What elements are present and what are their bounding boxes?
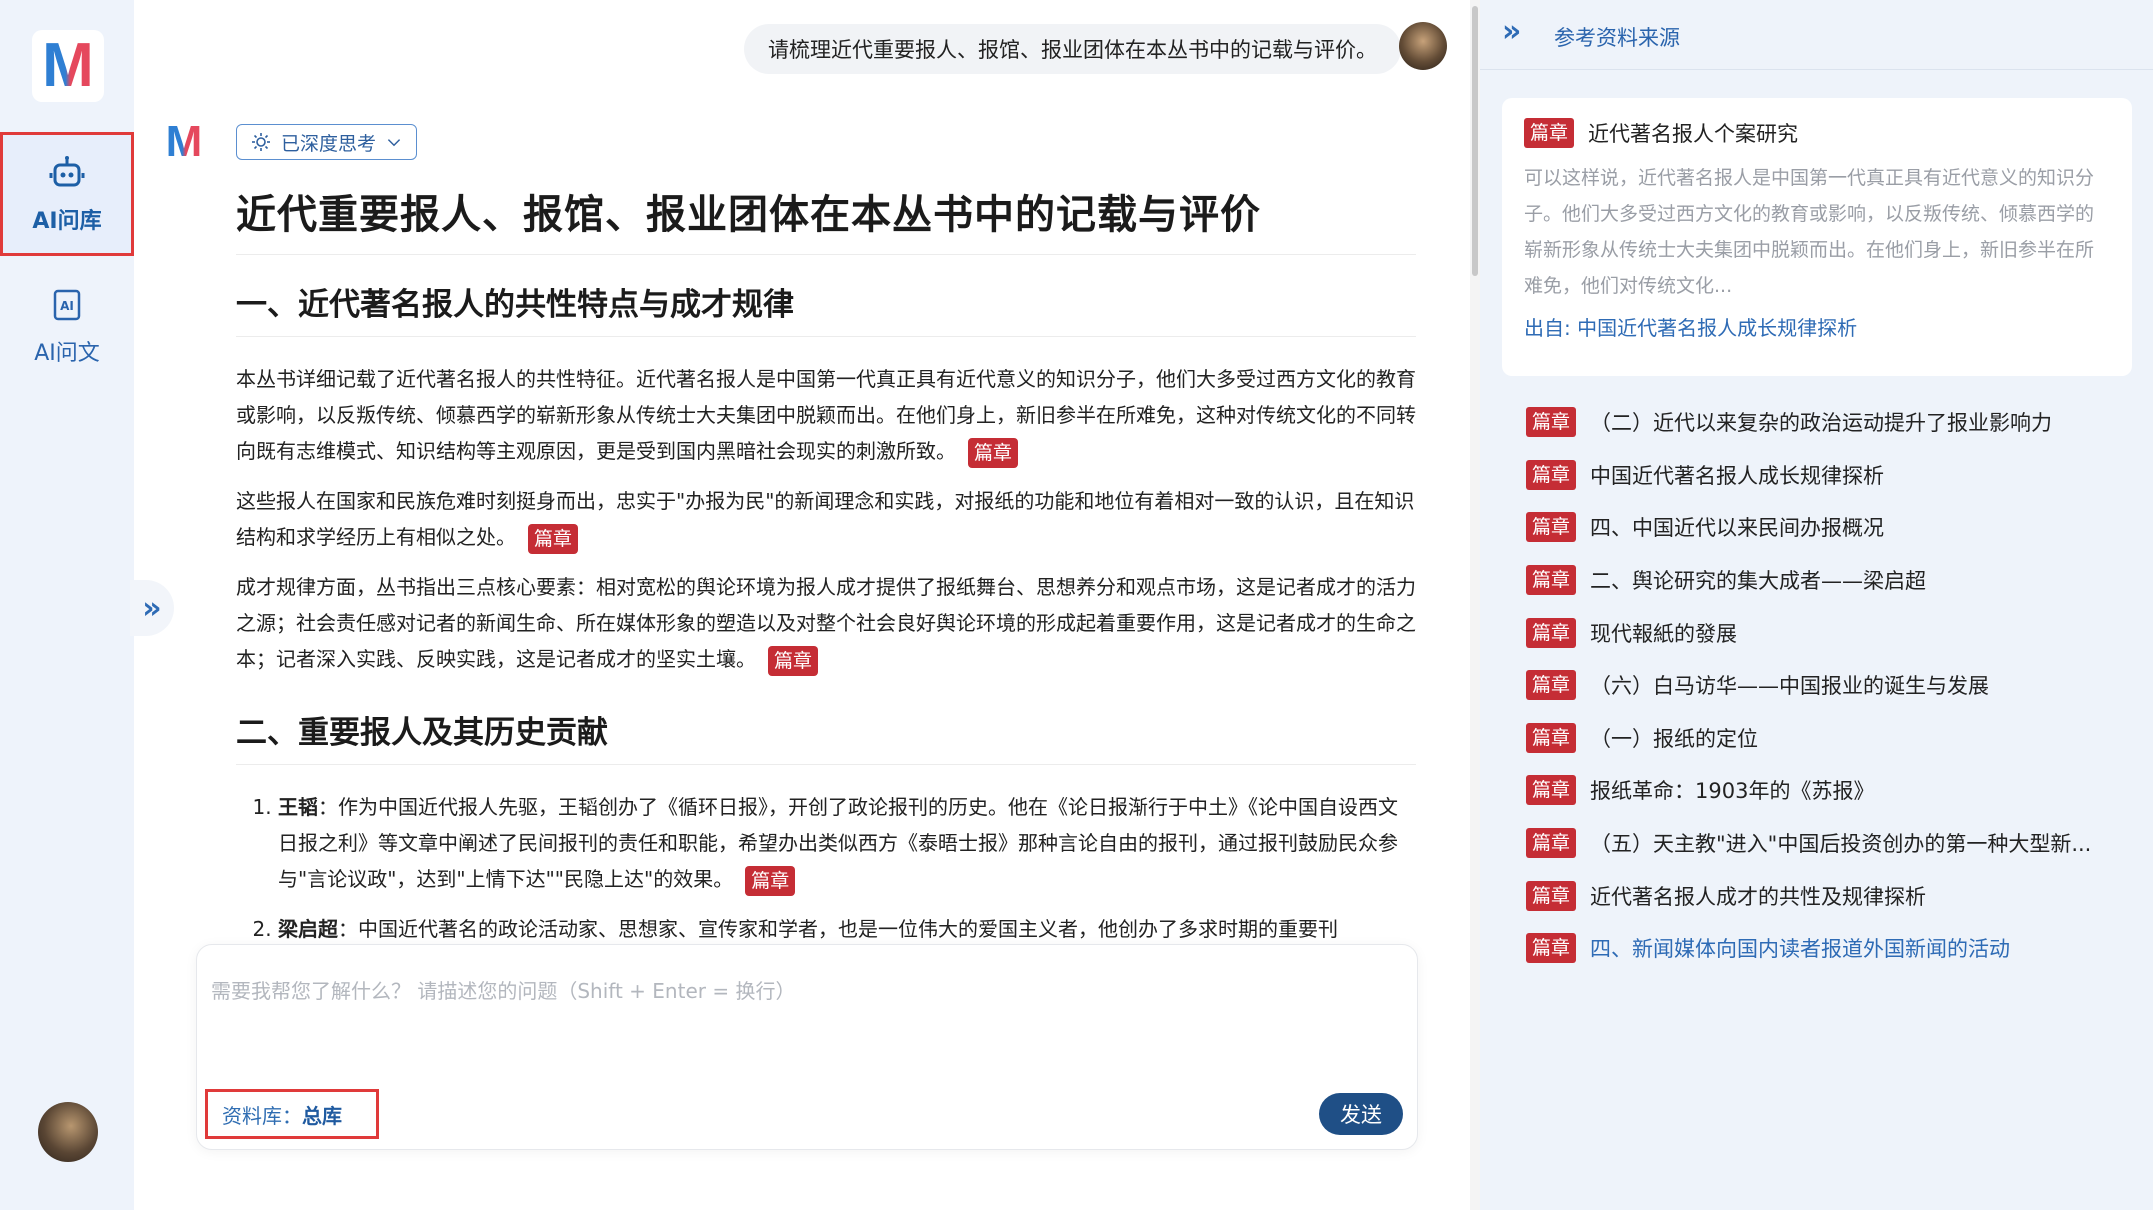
- answer-paragraph: 本丛书详细记载了近代著名报人的共性特征。近代著名报人是中国第一代真正具有近代意义…: [236, 361, 1416, 469]
- reference-type-tag: 篇章: [1526, 880, 1577, 911]
- reference-tag[interactable]: 篇章: [968, 437, 1019, 468]
- reference-title: （五）天主教"进入"中国后投资创办的第一种大型新...: [1590, 832, 2092, 857]
- library-selector[interactable]: 资料库： 总库: [205, 1089, 379, 1139]
- reference-item[interactable]: 篇章 （六）白马访华——中国报业的诞生与发展: [1526, 659, 2126, 712]
- left-sidebar: M AI问库 AI AI问文: [0, 0, 134, 1210]
- user-message-bubble: 请梳理近代重要报人、报馆、报业团体在本丛书中的记载与评价。: [744, 24, 1401, 74]
- reference-tag[interactable]: 篇章: [528, 523, 579, 554]
- reporter-description: ：作为中国近代报人先驱，王韬创办了《循环日报》，开创了政论报刊的历史。他在《论日…: [278, 795, 1398, 891]
- reference-type-tag: 篇章: [1526, 722, 1577, 753]
- sidebar-item-label: AI问文: [34, 341, 100, 366]
- reference-type-tag: 篇章: [1526, 459, 1577, 490]
- reference-item[interactable]: 篇章 现代報紙的發展: [1526, 606, 2126, 659]
- reference-title: 二、舆论研究的集大成者——梁启超: [1590, 569, 1927, 594]
- assistant-avatar: M: [160, 118, 208, 166]
- reference-type-tag: 篇章: [1524, 118, 1575, 148]
- reference-item[interactable]: 篇章 近代著名报人成才的共性及规律探析: [1526, 869, 2126, 922]
- reference-title: （二）近代以来复杂的政治运动提升了报业影响力: [1590, 411, 2053, 436]
- reference-item[interactable]: 篇章 报纸革命：1903年的《苏报》: [1526, 764, 2126, 817]
- send-button[interactable]: 发送: [1319, 1093, 1403, 1135]
- reference-type-tag: 篇章: [1526, 407, 1577, 438]
- section-heading: 二、重要报人及其历史贡献: [236, 707, 1416, 765]
- reporter-name: 梁启超: [278, 917, 338, 941]
- reference-title: 四、中国近代以来民间办报概况: [1590, 516, 1885, 541]
- list-item: 梁启超：中国近代著名的政论活动家、思想家、宣传家和学者，也是一位伟大的爱国主义者…: [278, 911, 1416, 942]
- featured-reference-source-link[interactable]: 出自: 中国近代著名报人成长规律探析: [1524, 312, 2110, 341]
- reference-panel-title: 参考资料来源: [1554, 26, 1680, 50]
- reference-item[interactable]: 篇章 （一）报纸的定位: [1526, 712, 2126, 765]
- reporter-name: 王韬: [278, 795, 318, 819]
- scrollbar-thumb[interactable]: [1472, 6, 1478, 276]
- reporter-list: 王韬：作为中国近代报人先驱，王韬创办了《循环日报》，开创了政论报刊的历史。他在《…: [236, 789, 1416, 942]
- reference-tag[interactable]: 篇章: [745, 865, 796, 896]
- sidebar-item-ai-library[interactable]: AI问库: [0, 132, 134, 256]
- paragraph-text: 成才规律方面，丛书指出三点核心要素：相对宽松的舆论环境为报人成才提供了报纸舞台、…: [236, 575, 1416, 671]
- answer-paragraph: 成才规律方面，丛书指出三点核心要素：相对宽松的舆论环境为报人成才提供了报纸舞台、…: [236, 569, 1416, 677]
- svg-text:AI: AI: [60, 299, 74, 313]
- reference-panel-header: » 参考资料来源: [1480, 0, 2153, 70]
- reference-item[interactable]: 篇章 二、舆论研究的集大成者——梁启超: [1526, 554, 2126, 607]
- answer-paragraph: 这些报人在国家和民族危难时刻挺身而出，忠实于"办报为民"的新闻理念和实践，对报纸…: [236, 483, 1416, 555]
- featured-title-text: 近代著名报人个案研究: [1588, 122, 1799, 146]
- reference-type-tag: 篇章: [1526, 933, 1577, 964]
- reference-type-tag: 篇章: [1526, 565, 1577, 596]
- reference-type-tag: 篇章: [1526, 512, 1577, 543]
- reference-type-tag: 篇章: [1526, 775, 1577, 806]
- paragraph-text: 这些报人在国家和民族危难时刻挺身而出，忠实于"办报为民"的新闻理念和实践，对报纸…: [236, 489, 1415, 549]
- featured-reference-excerpt: 可以这样说，近代著名报人是中国第一代真正具有近代意义的知识分子。他们大多受过西方…: [1524, 167, 2095, 297]
- sidebar-item-label: AI问库: [32, 209, 102, 234]
- reference-tag[interactable]: 篇章: [768, 645, 819, 676]
- deep-think-toggle[interactable]: 已深度思考: [236, 124, 418, 160]
- reference-title: 中国近代著名报人成长规律探析: [1590, 463, 1885, 488]
- reference-item[interactable]: 篇章 （五）天主教"进入"中国后投资创办的第一种大型新...: [1526, 817, 2126, 870]
- reference-title: 现代報紙的發展: [1590, 621, 1738, 646]
- user-message-avatar: [1399, 22, 1447, 70]
- reference-panel: » 参考资料来源 篇章 近代著名报人个案研究 可以这样说，近代著名报人是中国第一…: [1480, 0, 2153, 1210]
- assistant-answer: 近代重要报人、报馆、报业团体在本丛书中的记载与评价 一、近代著名报人的共性特点与…: [236, 182, 1416, 942]
- reporter-description: ：中国近代著名的政论活动家、思想家、宣传家和学者，也是一位伟大的爱国主义者，他创…: [338, 917, 1338, 941]
- library-value: 总库: [302, 1103, 342, 1128]
- lightbulb-icon: [252, 133, 270, 151]
- logo-letter: M: [42, 31, 94, 100]
- list-item: 王韬：作为中国近代报人先驱，王韬创办了《循环日报》，开创了政论报刊的历史。他在《…: [278, 789, 1416, 897]
- double-chevron-right-icon: »: [142, 590, 162, 626]
- answer-title: 近代重要报人、报馆、报业团体在本丛书中的记载与评价: [236, 182, 1416, 255]
- reference-item[interactable]: 篇章 四、中国近代以来民间办报概况: [1526, 501, 2126, 554]
- robot-icon: [49, 156, 85, 187]
- reference-title: 近代著名报人成才的共性及规律探析: [1590, 884, 1927, 909]
- reference-title: 四、新闻媒体向国内读者报道外国新闻的活动: [1590, 937, 2011, 962]
- ai-doc-icon: AI: [53, 289, 81, 321]
- featured-reference-title: 篇章 近代著名报人个案研究: [1524, 118, 2110, 148]
- deep-think-label: 已深度思考: [281, 132, 377, 155]
- chevron-down-icon: [387, 139, 401, 147]
- reference-item[interactable]: 篇章 四、新闻媒体向国内读者报道外国新闻的活动: [1526, 922, 2126, 975]
- chat-input-box: 资料库： 总库 发送: [196, 944, 1418, 1150]
- expand-sidebar-button[interactable]: »: [130, 580, 174, 636]
- reference-list: 篇章 （二）近代以来复杂的政治运动提升了报业影响力 篇章 中国近代著名报人成长规律探…: [1526, 396, 2126, 975]
- question-input[interactable]: [211, 975, 1401, 1035]
- paragraph-text: 本丛书详细记载了近代著名报人的共性特征。近代著名报人是中国第一代真正具有近代意义…: [236, 367, 1416, 463]
- reference-item[interactable]: 篇章 中国近代著名报人成长规律探析: [1526, 449, 2126, 502]
- assistant-logo-letter: M: [165, 117, 203, 166]
- reference-title: （六）白马访华——中国报业的诞生与发展: [1590, 674, 1990, 699]
- reference-type-tag: 篇章: [1526, 670, 1577, 701]
- reference-type-tag: 篇章: [1526, 617, 1577, 648]
- reference-title: 报纸革命：1903年的《苏报》: [1590, 779, 1875, 804]
- app-logo[interactable]: M: [32, 30, 104, 102]
- user-avatar[interactable]: [38, 1102, 98, 1162]
- sidebar-item-ai-document[interactable]: AI AI问文: [0, 264, 134, 388]
- reference-title: （一）报纸的定位: [1590, 726, 1759, 751]
- collapse-panel-icon[interactable]: »: [1502, 14, 1521, 49]
- section-heading: 一、近代著名报人的共性特点与成才规律: [236, 279, 1416, 337]
- reference-item[interactable]: 篇章 （二）近代以来复杂的政治运动提升了报业影响力: [1526, 396, 2126, 449]
- featured-reference-card[interactable]: 篇章 近代著名报人个案研究 可以这样说，近代著名报人是中国第一代真正具有近代意义…: [1502, 98, 2132, 376]
- reference-type-tag: 篇章: [1526, 828, 1577, 859]
- library-label: 资料库：: [222, 1103, 302, 1128]
